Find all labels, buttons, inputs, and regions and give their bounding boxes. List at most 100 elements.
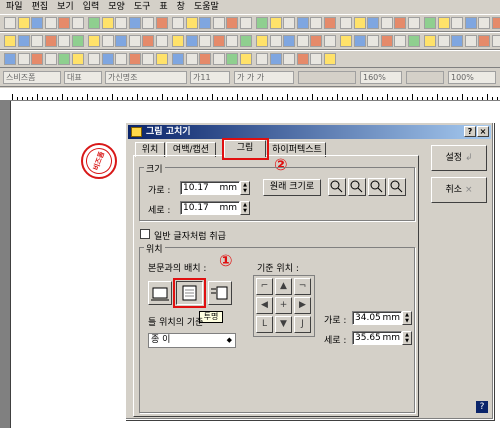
toolbar-button[interactable]: [296, 35, 309, 47]
toolbar-button[interactable]: [115, 35, 127, 47]
ref-center-button[interactable]: +: [275, 297, 292, 314]
toolbar-button[interactable]: [340, 17, 352, 29]
toolbar-button[interactable]: [239, 17, 252, 29]
toolbar-button[interactable]: [226, 53, 238, 65]
toolbar-button[interactable]: [353, 35, 366, 47]
toolbar-button[interactable]: [31, 17, 43, 29]
toolbar-button[interactable]: [44, 35, 57, 47]
toolbar-button[interactable]: [283, 53, 295, 65]
toolbar-button[interactable]: [199, 17, 211, 29]
toolbar-button[interactable]: [340, 35, 352, 47]
toolbar-button[interactable]: [491, 35, 500, 47]
toolbar-button[interactable]: [269, 17, 282, 29]
toolbar-button[interactable]: [71, 53, 84, 65]
scale-half-icon[interactable]: [328, 178, 346, 196]
toolbar-button[interactable]: [451, 35, 463, 47]
toolbar-button[interactable]: [464, 35, 477, 47]
toolbar-button[interactable]: [353, 17, 366, 29]
ref-left-button[interactable]: ◀: [256, 297, 273, 314]
toolbar-button[interactable]: [424, 17, 436, 29]
toolbar-button[interactable]: [323, 53, 336, 65]
ref-right-button[interactable]: ▶: [294, 297, 311, 314]
bold-italic-underline-buttons[interactable]: 가 가 가: [234, 71, 294, 84]
toolbar-button[interactable]: [142, 17, 154, 29]
font-size-select[interactable]: 가11: [190, 71, 230, 84]
ref-topright-button[interactable]: ¬: [294, 278, 311, 295]
toolbar-button[interactable]: [464, 17, 477, 29]
font-lang-select[interactable]: 대표: [64, 71, 102, 84]
toolbar-button[interactable]: [115, 17, 127, 29]
menu-file[interactable]: 파일: [6, 0, 32, 14]
toolbar-button[interactable]: [424, 35, 436, 47]
toolbar-button[interactable]: [323, 17, 336, 29]
menu-table[interactable]: 표: [159, 0, 176, 14]
style-select[interactable]: 스비즈폼: [3, 71, 61, 84]
ref-bottomleft-button[interactable]: L: [256, 316, 273, 333]
toolbar-button[interactable]: [4, 53, 16, 65]
toolbar-button[interactable]: [44, 17, 57, 29]
toolbar-button[interactable]: [58, 17, 70, 29]
toolbar-button[interactable]: [172, 35, 184, 47]
pos-y-input[interactable]: 35.65 mm: [352, 331, 402, 345]
toolbar-button[interactable]: [31, 35, 43, 47]
toolbar-button[interactable]: [226, 17, 238, 29]
inline-char-checkbox[interactable]: [140, 229, 150, 239]
toolbar-button[interactable]: [185, 53, 198, 65]
ref-bottomright-button[interactable]: J: [294, 316, 311, 333]
toolbar-button[interactable]: [394, 35, 406, 47]
horizontal-ruler[interactable]: [0, 88, 500, 101]
toolbar-button[interactable]: [491, 17, 500, 29]
toolbar-button[interactable]: [185, 35, 198, 47]
toolbar-button[interactable]: [407, 35, 420, 47]
toolbar-button[interactable]: [323, 35, 336, 47]
scale-up-icon[interactable]: [368, 178, 386, 196]
view-buttons[interactable]: [406, 71, 444, 84]
toolbar-button[interactable]: [128, 35, 141, 47]
toolbar-button[interactable]: [256, 35, 268, 47]
toolbar-button[interactable]: [44, 53, 57, 65]
toolbar-button[interactable]: [199, 35, 211, 47]
stamp-image[interactable]: 비즈폼: [81, 143, 117, 179]
font-name-select[interactable]: 가신명조: [105, 71, 187, 84]
pos-x-spinner[interactable]: ▲ ▼: [402, 311, 412, 325]
toolbar-button[interactable]: [155, 53, 168, 65]
toolbar-button[interactable]: [239, 35, 252, 47]
ref-top-button[interactable]: ▲: [275, 278, 292, 295]
scale-down-icon[interactable]: [388, 178, 406, 196]
toolbar-button[interactable]: [380, 17, 393, 29]
toolbar-button[interactable]: [310, 17, 322, 29]
pos-x-input[interactable]: 34.05 mm: [352, 311, 402, 325]
toolbar-button[interactable]: [451, 17, 463, 29]
toolbar-button[interactable]: [155, 35, 168, 47]
toolbar-button[interactable]: [128, 53, 141, 65]
help-title-button[interactable]: ?: [464, 126, 476, 137]
toolbar-button[interactable]: [172, 53, 184, 65]
toolbar-button[interactable]: [283, 35, 295, 47]
toolbar-button[interactable]: [128, 17, 141, 29]
toolbar-button[interactable]: [101, 17, 114, 29]
width-input[interactable]: 10.17 mm: [180, 181, 240, 195]
zoom-right[interactable]: 100%: [448, 71, 496, 84]
toolbar-button[interactable]: [4, 17, 16, 29]
menu-help[interactable]: 도움말: [194, 0, 228, 14]
toolbar-button[interactable]: [101, 35, 114, 47]
scale-double-icon[interactable]: [348, 178, 366, 196]
toolbar-button[interactable]: [256, 53, 268, 65]
ok-button[interactable]: 설정 ↲: [431, 145, 487, 171]
toolbar-button[interactable]: [199, 53, 211, 65]
menu-insert[interactable]: 입력: [83, 0, 109, 14]
menu-window[interactable]: 창: [177, 0, 194, 14]
toolbar-button[interactable]: [394, 17, 406, 29]
width-spinner[interactable]: ▲ ▼: [240, 181, 250, 195]
toolbar-button[interactable]: [88, 17, 100, 29]
toolbar-button[interactable]: [155, 17, 168, 29]
toolbar-button[interactable]: [71, 35, 84, 47]
ref-topleft-button[interactable]: ⌐: [256, 278, 273, 295]
zoom-left[interactable]: 160%: [360, 71, 402, 84]
pos-y-spinner[interactable]: ▲ ▼: [402, 331, 412, 345]
toolbar-button[interactable]: [437, 35, 450, 47]
toolbar-button[interactable]: [17, 35, 30, 47]
toolbar-button[interactable]: [212, 53, 225, 65]
toolbar-button[interactable]: [380, 35, 393, 47]
toolbar-button[interactable]: [310, 35, 322, 47]
